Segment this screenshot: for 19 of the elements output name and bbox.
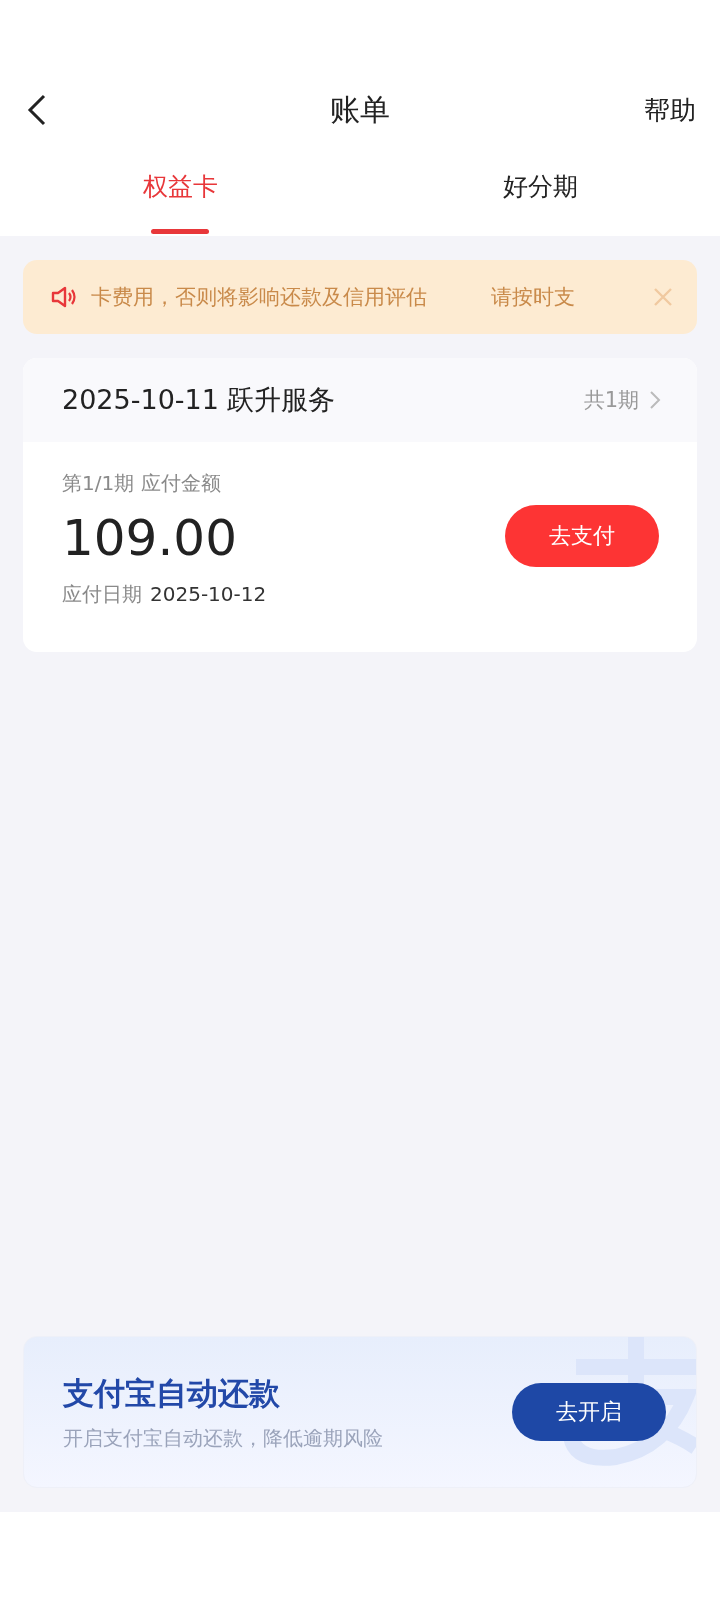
close-icon[interactable]: [653, 287, 673, 307]
notice-text: 卡费用，否则将影响还款及信用评估: [91, 284, 427, 311]
speaker-icon: [51, 285, 77, 309]
back-icon[interactable]: [26, 94, 48, 126]
autopay-title: 支付宝自动还款: [63, 1373, 281, 1413]
autopay-subtitle: 开启支付宝自动还款，降低逾期风险: [63, 1424, 383, 1452]
help-link[interactable]: 帮助: [644, 92, 696, 128]
amount-value: 109.00: [62, 509, 238, 567]
due-date: 2025-10-12: [150, 582, 267, 606]
chevron-icon[interactable]: [649, 390, 661, 410]
bill-title: 2025-10-11 跃升服务: [62, 383, 336, 417]
notice-text: 请按时支: [491, 284, 575, 311]
enable-button[interactable]: 去开启: [512, 1383, 666, 1441]
tab[interactable]: 好分期: [360, 140, 720, 236]
amount-label: 第1/1期 应付金额: [62, 470, 222, 497]
page-title: 账单: [330, 90, 390, 129]
tab[interactable]: 权益卡: [0, 140, 360, 236]
due-label: 应付日期: [62, 581, 142, 608]
pay-button[interactable]: 去支付: [505, 505, 659, 567]
